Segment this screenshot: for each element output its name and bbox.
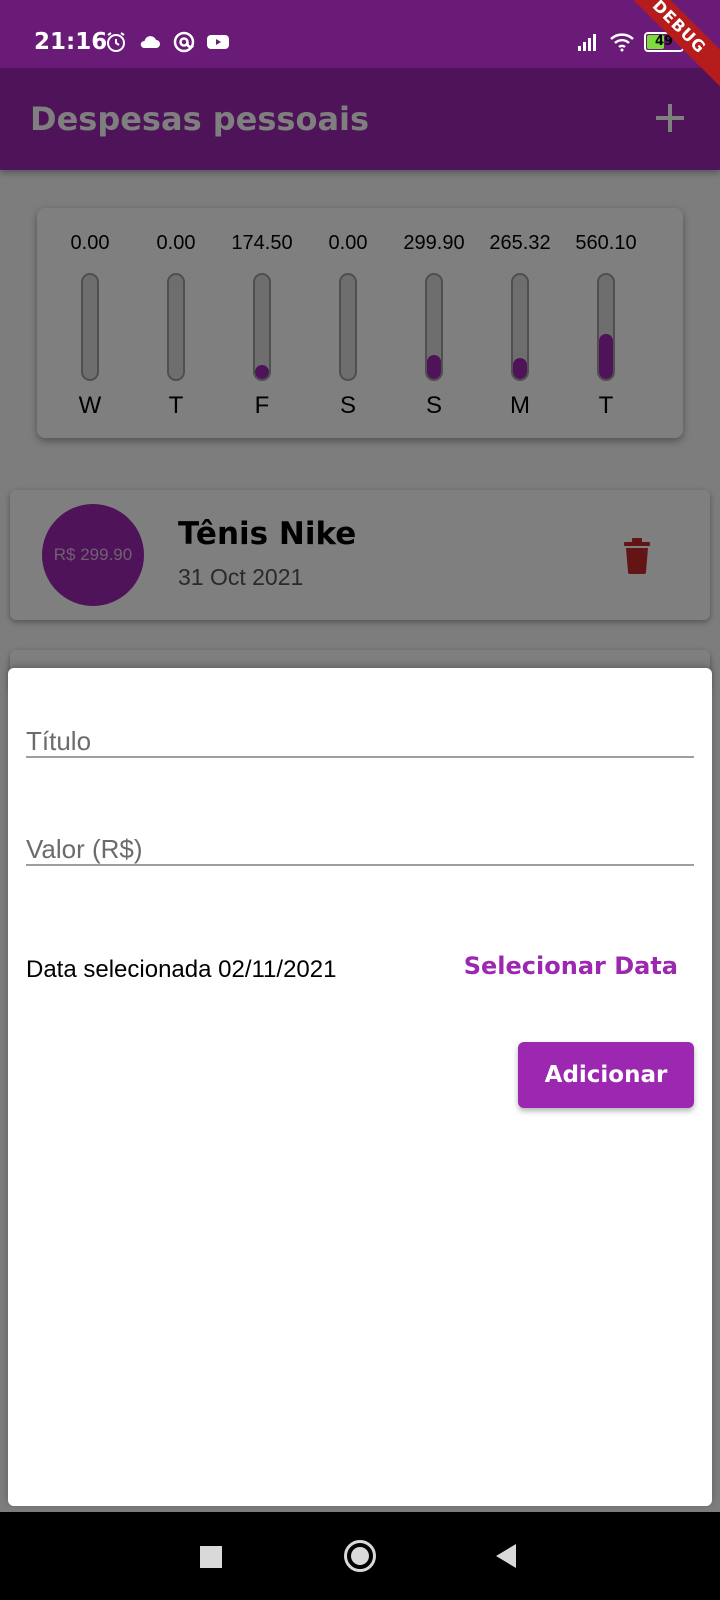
date-row: Data selecionada 02/11/2021 Selecionar D… <box>26 950 694 990</box>
at-icon <box>173 31 195 53</box>
new-transaction-sheet: Título Valor (R$) Data selecionada 02/11… <box>8 668 712 1506</box>
value-input[interactable] <box>26 816 694 862</box>
select-date-button[interactable]: Selecionar Data <box>464 952 678 980</box>
alarm-icon <box>107 32 125 52</box>
system-nav-bar <box>0 1512 720 1600</box>
title-input[interactable] <box>26 708 694 754</box>
selected-date-text: Data selecionada 02/11/2021 <box>26 956 337 983</box>
status-bar: 21:16 49 DEBUG <box>0 0 720 90</box>
title-field: Título <box>26 668 694 758</box>
recent-apps-icon[interactable] <box>200 1546 222 1568</box>
add-button[interactable]: Adicionar <box>518 1042 694 1108</box>
signal-icon <box>578 34 596 51</box>
youtube-icon <box>207 35 229 49</box>
home-icon[interactable] <box>344 1540 376 1572</box>
status-time: 21:16 <box>34 29 108 55</box>
wifi-icon <box>610 33 634 52</box>
cloud-icon <box>140 36 160 48</box>
back-icon[interactable] <box>496 1544 516 1568</box>
value-field: Valor (R$) <box>26 776 694 866</box>
